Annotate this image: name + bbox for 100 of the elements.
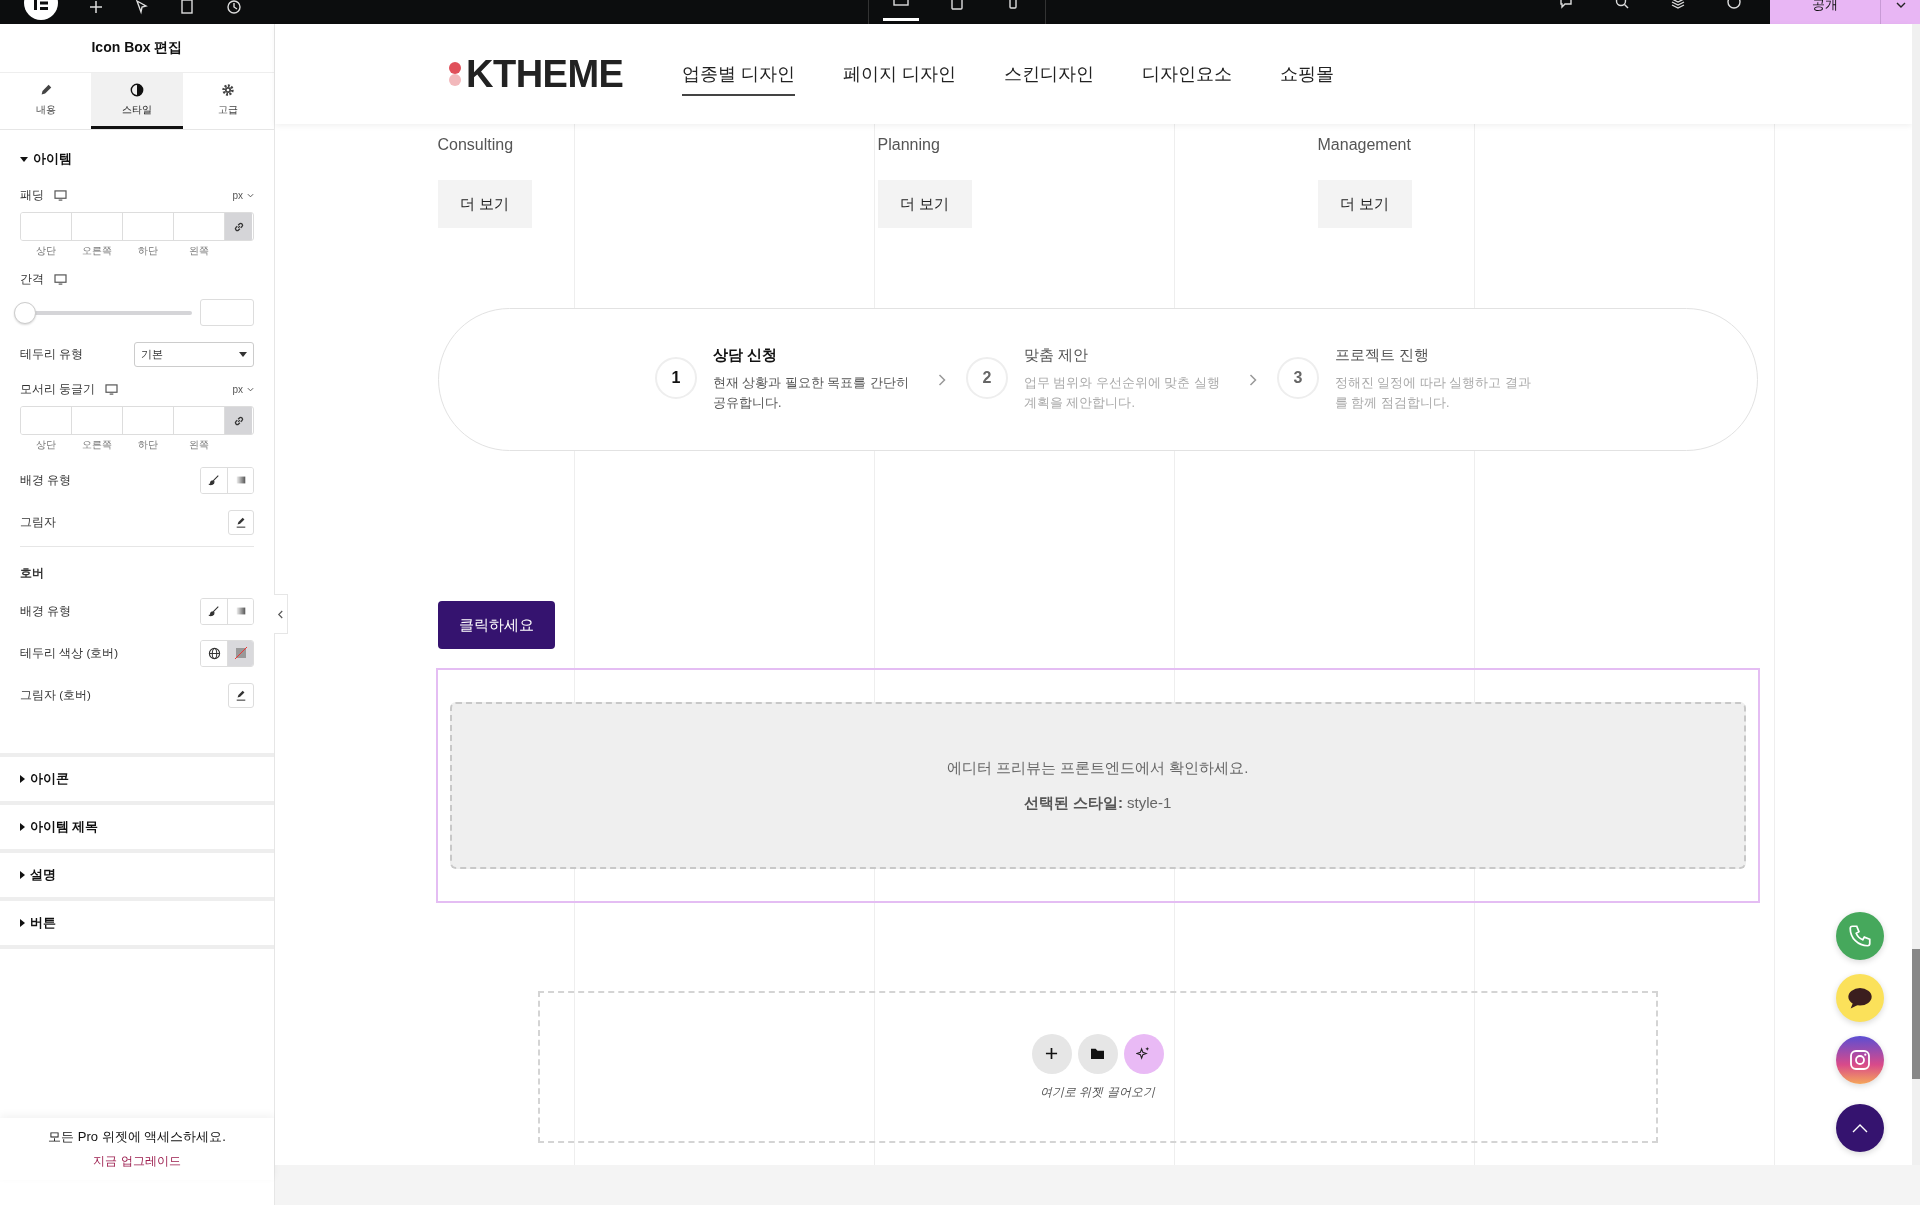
side-label: 오른쪽	[80, 244, 113, 258]
unit-select[interactable]: px	[232, 190, 254, 201]
subsection-heading: 호버	[20, 567, 44, 579]
dimension-input[interactable]	[21, 407, 72, 434]
edit-button[interactable]	[228, 682, 254, 708]
slider-thumb[interactable]	[14, 301, 36, 324]
monitor-icon[interactable]	[54, 274, 67, 285]
caret-down-icon	[1895, 2, 1906, 8]
drop-zone[interactable]: 여기로 위젯 끌어오기	[537, 991, 1658, 1143]
border-type-select[interactable]: 기본	[134, 341, 254, 367]
side-label: 왼쪽	[187, 244, 210, 258]
panel-tab[interactable]: 고급	[182, 73, 274, 129]
gradient-button[interactable]	[227, 467, 253, 493]
step-title: 상담 신청	[713, 346, 779, 365]
phone-icon	[1847, 923, 1873, 949]
chevron-right-icon	[1249, 373, 1257, 386]
service-title: Consulting	[437, 136, 514, 154]
add-icon[interactable]	[88, 0, 104, 15]
more-button[interactable]: 더 보기	[877, 180, 972, 228]
monitor-icon[interactable]	[54, 190, 67, 201]
control-label: 그림자 (호버)	[20, 687, 91, 703]
scrollbar-thumb[interactable]	[1912, 949, 1920, 1079]
chevron-left-icon	[277, 609, 284, 619]
chevron-up-icon	[1852, 1123, 1868, 1133]
step-number: 3	[1277, 356, 1319, 399]
unit-select[interactable]: px	[232, 384, 254, 395]
step-description: 업무 범위와 우선순위에 맞춘 실행 계획을 제안합니다.	[1024, 375, 1221, 412]
control-label: 간격	[20, 272, 44, 287]
panel-tab[interactable]: 스타일	[91, 73, 183, 129]
folder-icon	[1090, 1047, 1105, 1060]
link-icon	[232, 220, 245, 233]
step-description: 현재 상황과 필요한 목표를 간단히 공유합니다.	[713, 375, 910, 412]
sparkle-icon	[1136, 1046, 1151, 1061]
step-number: 2	[966, 356, 1008, 399]
nav-link[interactable]: 쇼핑몰	[1280, 62, 1335, 96]
more-button[interactable]: 더 보기	[1317, 180, 1412, 228]
nav-link[interactable]: 페이지 디자인	[843, 62, 957, 96]
link-icon	[232, 414, 245, 427]
side-label: 상단	[34, 244, 57, 258]
service-title: Management	[1317, 136, 1411, 154]
link-values-button[interactable]	[225, 213, 252, 240]
link-values-button[interactable]	[225, 407, 252, 434]
control-label: 그림자	[20, 514, 56, 530]
gradient-icon	[234, 605, 247, 617]
nav-link[interactable]: 업종별 디자인	[682, 62, 795, 96]
pencil-icon	[235, 689, 247, 701]
monitor-icon[interactable]	[105, 384, 119, 395]
chevron-right-icon	[938, 373, 946, 386]
settings-icon	[221, 82, 236, 97]
control-label: 테두리 색상 (호버)	[20, 645, 119, 661]
step-description: 정해진 일정에 따라 실행하고 결과를 함께 점검합니다.	[1335, 375, 1532, 412]
more-button[interactable]: 더 보기	[437, 180, 532, 228]
site-logo[interactable]: KTHEME	[466, 52, 624, 96]
caret-down-icon	[247, 193, 254, 198]
nav-link[interactable]: 스킨디자인	[1004, 62, 1095, 96]
control-label: 배경 유형	[20, 472, 72, 488]
camera-button[interactable]	[1836, 1036, 1884, 1084]
half-circle-icon	[130, 82, 144, 97]
page-settings-icon[interactable]	[180, 0, 196, 15]
dimensions-field[interactable]	[20, 212, 254, 241]
gradient-icon	[234, 474, 247, 486]
publish-options-button[interactable]	[1880, 0, 1920, 24]
step-title: 맞춤 제안	[1024, 346, 1090, 365]
preview-message: 에디터 프리뷰는 프론트엔드에서 확인하세요.	[946, 758, 1249, 778]
cta-button[interactable]: 클릭하세요	[437, 601, 555, 649]
globe-icon	[207, 646, 221, 660]
slider[interactable]	[14, 301, 192, 324]
pointer-icon[interactable]	[134, 0, 150, 15]
camera-icon	[1848, 1048, 1872, 1072]
step-number: 1	[655, 356, 697, 399]
control-label: 테두리 유형	[20, 346, 84, 362]
edit-button[interactable]	[228, 509, 254, 535]
caret-down-icon	[247, 387, 254, 392]
section-header[interactable]: 아이템	[0, 130, 274, 188]
collapse-panel-button[interactable]	[274, 594, 288, 634]
phone-button[interactable]	[1836, 912, 1884, 960]
plus-icon	[1045, 1047, 1058, 1060]
nav-link[interactable]: 디자인요소	[1142, 62, 1233, 96]
side-label: 왼쪽	[187, 438, 210, 452]
color-swatch[interactable]	[227, 640, 253, 666]
drop-hint: 여기로 위젯 끌어오기	[1040, 1083, 1155, 1101]
desktop-tab[interactable]	[883, 0, 919, 21]
ai-sparkle-button[interactable]	[1123, 1033, 1164, 1074]
number-input[interactable]	[200, 299, 254, 326]
brush-icon	[208, 605, 220, 617]
history-icon[interactable]	[226, 0, 242, 15]
promo-text: 모든 Pro 위젯에 액세스하세요.	[48, 1128, 226, 1146]
dimensions-field[interactable]	[20, 406, 254, 435]
step-title: 프로젝트 진행	[1335, 346, 1431, 365]
scroll-top-button[interactable]	[1836, 1104, 1884, 1152]
pencil-icon	[235, 516, 247, 528]
control-label: 배경 유형	[20, 603, 72, 619]
panel-tab[interactable]: 내용	[0, 73, 92, 129]
chat-bubble-button[interactable]	[1836, 974, 1884, 1022]
gradient-button[interactable]	[227, 598, 253, 624]
dimension-input[interactable]	[21, 213, 72, 240]
upgrade-link[interactable]: 지금 업그레이드	[93, 1153, 181, 1170]
selected-widget-outline[interactable]: 에디터 프리뷰는 프론트엔드에서 확인하세요. 선택된 스타일: style-1	[435, 668, 1760, 903]
publish-button[interactable]: 공개	[1770, 0, 1880, 24]
brush-icon	[208, 474, 220, 486]
